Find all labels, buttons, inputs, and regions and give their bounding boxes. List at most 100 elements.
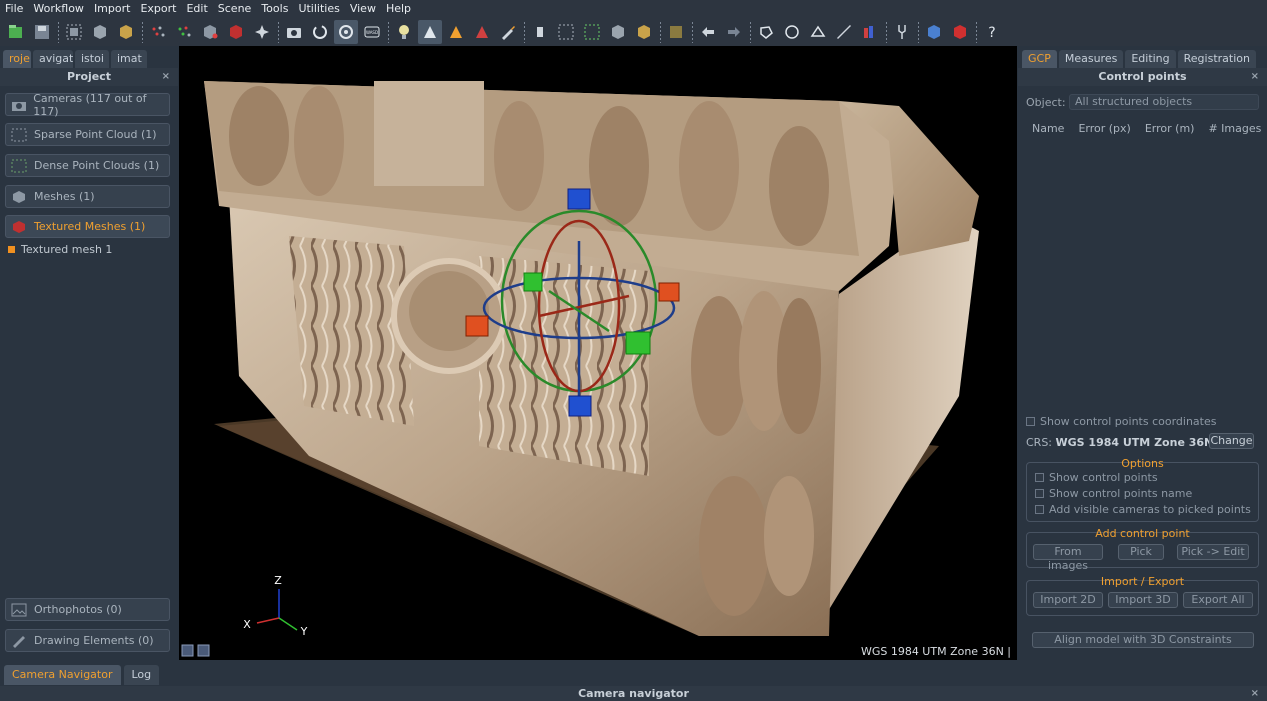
menu-workflow[interactable]: Workflow: [28, 0, 89, 17]
pick-button[interactable]: Pick: [1118, 544, 1164, 560]
menu-view[interactable]: View: [345, 0, 381, 17]
menu-import[interactable]: Import: [89, 0, 136, 17]
ruler-icon[interactable]: [832, 20, 856, 44]
brush-icon[interactable]: [496, 20, 520, 44]
tab-gcp[interactable]: GCP: [1022, 50, 1057, 68]
triangle-red-icon[interactable]: [470, 20, 494, 44]
checkbox-box: [1035, 473, 1044, 482]
orthophotos-button[interactable]: Orthophotos (0): [5, 598, 170, 621]
menu-help[interactable]: Help: [381, 0, 416, 17]
red-cube-icon[interactable]: [948, 20, 972, 44]
tab-project[interactable]: roje: [3, 50, 31, 68]
wasd-icon[interactable]: WASD: [360, 20, 384, 44]
plane-select-icon[interactable]: [806, 20, 830, 44]
crs-label: CRS:: [1026, 436, 1053, 449]
tab-editing[interactable]: Editing: [1125, 50, 1176, 68]
sparse-cloud-label: Sparse Point Cloud (1): [34, 128, 157, 141]
align-model-button[interactable]: Align model with 3D Constraints: [1032, 632, 1254, 648]
menu-utilities[interactable]: Utilities: [293, 0, 344, 17]
tab-animation[interactable]: imat: [111, 50, 147, 68]
rotate-icon[interactable]: [308, 20, 332, 44]
texture-selection-icon[interactable]: [632, 20, 656, 44]
orbit-icon[interactable]: [334, 19, 358, 44]
help-icon[interactable]: ?: [980, 20, 1004, 44]
mesh-color-swatch: [8, 246, 15, 253]
point-triangle-icon[interactable]: [418, 19, 442, 44]
tab-log[interactable]: Log: [123, 665, 160, 685]
dense-clouds-button[interactable]: Dense Point Clouds (1): [5, 154, 170, 177]
option-label: Add visible cameras to picked points: [1049, 503, 1251, 516]
mesh-selection-icon[interactable]: [606, 20, 630, 44]
sparkle-icon[interactable]: [250, 20, 274, 44]
show-coords-checkbox[interactable]: Show control points coordinates: [1026, 415, 1216, 428]
color-bars-icon[interactable]: [858, 20, 882, 44]
export-all-button[interactable]: Export All: [1183, 592, 1253, 608]
dense-green-icon[interactable]: [172, 20, 196, 44]
tools-fork-icon[interactable]: [890, 20, 914, 44]
save-icon[interactable]: [30, 20, 54, 44]
hand-pick-icon[interactable]: [528, 20, 552, 44]
lasso-icon[interactable]: [754, 20, 778, 44]
dense-selection-icon[interactable]: [580, 20, 604, 44]
change-crs-button[interactable]: Change: [1209, 433, 1254, 449]
close-icon[interactable]: ×: [162, 68, 170, 86]
object-select[interactable]: All structured objects: [1069, 94, 1259, 110]
point-selection-icon[interactable]: [554, 20, 578, 44]
redo-icon[interactable]: [722, 20, 746, 44]
import-3d-button[interactable]: Import 3D: [1108, 592, 1178, 608]
close-icon[interactable]: ×: [1251, 68, 1259, 86]
cube-grid-icon[interactable]: [88, 20, 112, 44]
3d-viewport[interactable]: Z X Y WGS 1984 UTM Zone 36N |: [179, 46, 1017, 660]
col-error-m[interactable]: Error (m): [1145, 122, 1195, 135]
svg-text:WASD: WASD: [366, 30, 378, 35]
col-name[interactable]: Name: [1032, 122, 1064, 135]
camera-navigator-label: Camera navigator: [578, 687, 689, 700]
col-images[interactable]: # Images: [1208, 122, 1261, 135]
textured-meshes-button[interactable]: Textured Meshes (1): [5, 215, 170, 238]
menu-export[interactable]: Export: [135, 0, 181, 17]
add-visible-cameras-checkbox[interactable]: Add visible cameras to picked points: [1035, 503, 1251, 516]
toolbar-separator: [276, 20, 280, 43]
circle-select-icon[interactable]: [780, 20, 804, 44]
select-cameras-icon[interactable]: [62, 20, 86, 44]
new-project-icon[interactable]: [4, 20, 28, 44]
triangle-orange-icon[interactable]: [444, 20, 468, 44]
tab-history[interactable]: istoi: [75, 50, 109, 68]
dense-clouds-label: Dense Point Clouds (1): [34, 159, 160, 172]
tab-camera-navigator[interactable]: Camera Navigator: [4, 665, 121, 685]
mesh-red-icon[interactable]: [198, 20, 222, 44]
pick-edit-button[interactable]: Pick -> Edit: [1177, 544, 1249, 560]
cameras-button[interactable]: Cameras (117 out of 117): [5, 92, 170, 118]
texture-red-icon[interactable]: [224, 20, 248, 44]
toolbar-separator: [522, 20, 526, 43]
menu-edit[interactable]: Edit: [181, 0, 212, 17]
menu-tools[interactable]: Tools: [256, 0, 293, 17]
tab-navigator[interactable]: avigat: [33, 50, 73, 68]
tab-measures[interactable]: Measures: [1058, 50, 1124, 68]
col-error-px[interactable]: Error (px): [1078, 122, 1130, 135]
from-images-button[interactable]: From images: [1033, 544, 1103, 572]
sparse-cloud-button[interactable]: Sparse Point Cloud (1): [5, 123, 170, 146]
drawing-elements-button[interactable]: Drawing Elements (0): [5, 629, 170, 652]
menu-file[interactable]: File: [0, 0, 28, 17]
textured-cube-icon[interactable]: [114, 20, 138, 44]
axis-y-label: Y: [300, 625, 308, 638]
orthophoto-icon: [10, 602, 28, 618]
tab-registration[interactable]: Registration: [1177, 50, 1256, 68]
import-2d-button[interactable]: Import 2D: [1033, 592, 1103, 608]
project-panel: roje avigat istoi imat Project × Cameras…: [0, 46, 178, 660]
show-control-points-name-checkbox[interactable]: Show control points name: [1035, 487, 1192, 500]
camera-icon[interactable]: [282, 20, 306, 44]
meshes-button[interactable]: Meshes (1): [5, 185, 170, 208]
checkbox-box: [1035, 489, 1044, 498]
toolbar-separator: [658, 20, 662, 43]
blue-cube-icon[interactable]: [922, 20, 946, 44]
sparse-red-icon[interactable]: [146, 20, 170, 44]
show-control-points-checkbox[interactable]: Show control points: [1035, 471, 1158, 484]
undo-icon[interactable]: [696, 20, 720, 44]
light-icon[interactable]: [392, 20, 416, 44]
menu-scene[interactable]: Scene: [213, 0, 257, 17]
crop-box-icon[interactable]: [664, 20, 688, 44]
tree-item-textured-mesh[interactable]: Textured mesh 1: [8, 243, 112, 256]
close-icon[interactable]: ×: [1251, 686, 1259, 701]
